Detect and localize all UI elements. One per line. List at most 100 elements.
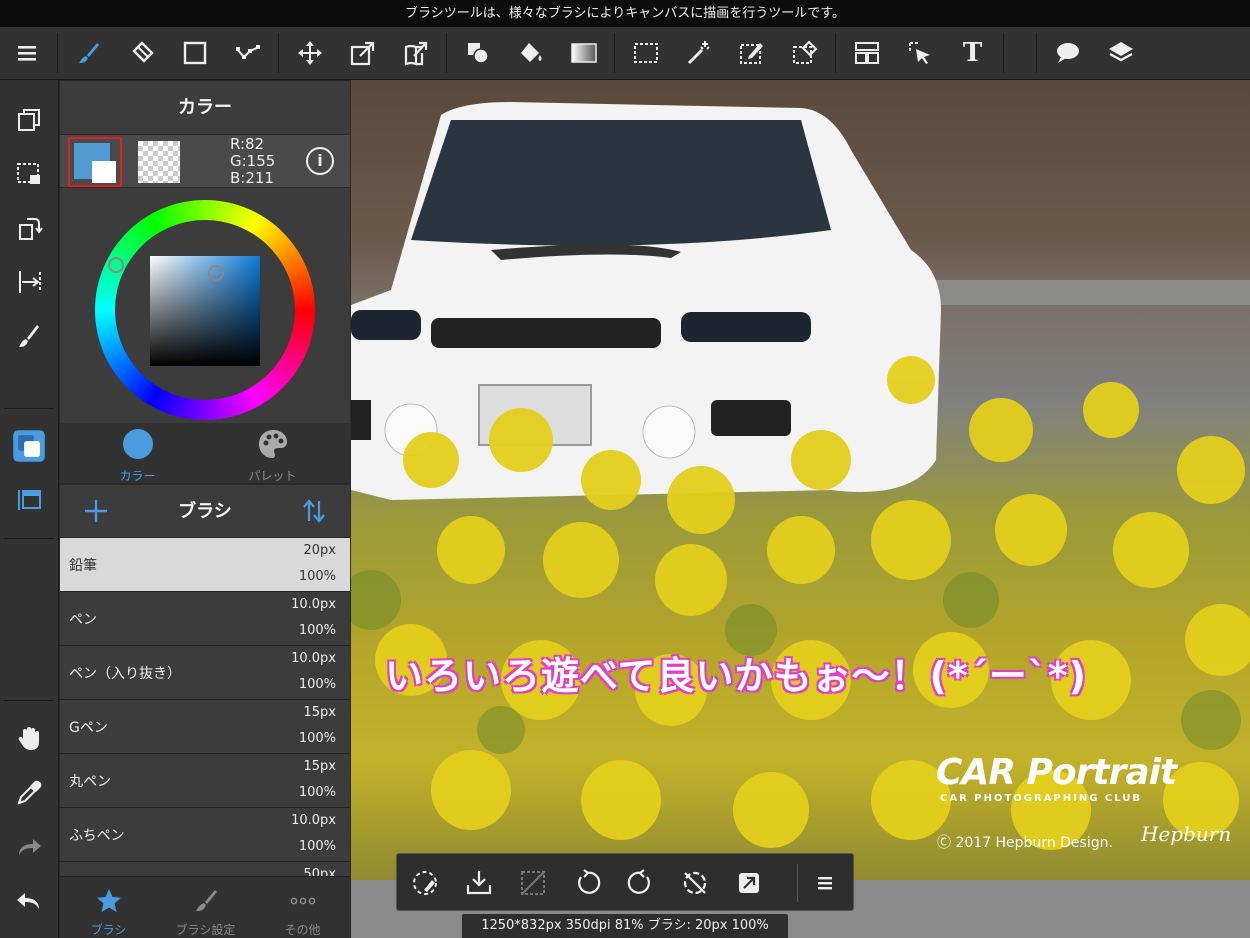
canvas-quick-toolbar — [396, 853, 854, 911]
hand-tool-button[interactable] — [6, 716, 52, 762]
square-icon — [183, 41, 206, 65]
reset-rotation-button[interactable] — [673, 861, 717, 905]
top-toolbar: T — [0, 27, 1250, 80]
brush-row[interactable]: 丸ペン 15px 100% — [60, 754, 350, 808]
menu-button[interactable] — [0, 27, 53, 80]
layers-button[interactable] — [1094, 27, 1147, 80]
brush-row[interactable]: ペン 10.0px 100% — [60, 592, 350, 646]
brush-row[interactable]: 50px — [60, 862, 350, 876]
bucket-tool-button[interactable] — [504, 27, 557, 80]
rgb-blue: B:211 — [230, 169, 274, 187]
panel-icon — [18, 490, 41, 510]
overlay-text: いろいろ遊べて良いかもぉ～！(*´ー`*) — [385, 654, 1087, 698]
tab-palette[interactable]: パレット — [200, 423, 345, 483]
app-window: ブラシツールは、様々なブラシによりキャンバスに描画を行うツールです。 T カラー… — [0, 0, 1250, 938]
redo-button[interactable] — [6, 824, 52, 870]
selection-pen-button[interactable] — [725, 27, 778, 80]
flip-icon — [19, 271, 41, 293]
rotate-left-button[interactable] — [565, 861, 609, 905]
brush-panel-tabs: ブラシ ブラシ設定 その他 — [60, 876, 350, 938]
circle-icon — [122, 429, 153, 459]
select-tool-button[interactable] — [619, 27, 672, 80]
selection-eraser-icon — [792, 40, 817, 64]
quick-menu-button[interactable] — [803, 861, 847, 905]
cursor-select-icon — [908, 42, 930, 64]
canvas-area[interactable]: いろいろ遊べて良いかもぉ～！(*´ー`*) CAR Portrait CAR P… — [351, 80, 1250, 938]
hue-marker[interactable] — [108, 257, 124, 273]
magic-wand-button[interactable] — [672, 27, 725, 80]
tab-other[interactable]: その他 — [254, 877, 351, 938]
download-icon — [466, 871, 492, 895]
transform-tool-button[interactable] — [336, 27, 389, 80]
brush-row[interactable]: Gペン 15px 100% — [60, 700, 350, 754]
add-brush-icon[interactable] — [82, 497, 110, 525]
color-info-button[interactable]: i — [306, 147, 334, 175]
magic-wand-icon — [687, 41, 710, 65]
canvas-image[interactable]: いろいろ遊べて良いかもぉ～！(*´ー`*) CAR Portrait CAR P… — [351, 80, 1250, 880]
mesh-transform-button[interactable] — [389, 27, 442, 80]
color-panel-tabs: カラー パレット — [60, 423, 350, 483]
canvas-button[interactable] — [6, 97, 52, 143]
undo-button[interactable] — [6, 878, 52, 924]
brush-opacity: 100% — [298, 839, 336, 854]
frame-divider-button[interactable] — [840, 27, 893, 80]
rotate-right-button[interactable] — [619, 861, 663, 905]
color-picker — [60, 188, 350, 423]
info-icon: i — [317, 151, 323, 170]
redo-icon — [19, 839, 41, 855]
layer-panel-toggle[interactable] — [6, 477, 52, 523]
brush-opacity: 100% — [298, 623, 336, 638]
hamburger-icon — [17, 46, 36, 61]
main-color-swatch[interactable] — [68, 137, 122, 187]
color-panel-toggle[interactable] — [6, 423, 52, 469]
export-button[interactable] — [727, 861, 771, 905]
tab-brush-settings[interactable]: ブラシ設定 — [157, 877, 254, 938]
shape-tool-button[interactable] — [168, 27, 221, 80]
transform-icon — [350, 41, 374, 66]
save-button[interactable] — [457, 861, 501, 905]
brush-settings-icon — [195, 890, 217, 911]
brush-size: 50px — [303, 867, 337, 876]
eyedropper-button[interactable] — [6, 770, 52, 816]
flip-button[interactable] — [6, 259, 52, 305]
color-swatch-icon — [13, 430, 45, 462]
brush-panel-header: ブラシ — [60, 485, 350, 538]
operation-tool-button[interactable] — [893, 27, 946, 80]
rgb-green: G:155 — [230, 152, 276, 170]
selection-button[interactable] — [6, 151, 52, 197]
selection-pen-icon — [739, 43, 763, 64]
brush-row[interactable]: ペン（入り抜き） 10.0px 100% — [60, 646, 350, 700]
brush-name: Gペン — [69, 720, 108, 736]
logo-subtitle: CAR PHOTOGRAPHING CLUB — [940, 793, 1143, 804]
speech-bubble-button[interactable] — [1041, 27, 1094, 80]
move-tool-button[interactable] — [283, 27, 336, 80]
brush-panel: ブラシ 鉛筆 20px 100% ペン 10.0px 100% ペン（入り抜き）… — [60, 485, 350, 938]
selection-eraser-button[interactable] — [778, 27, 831, 80]
saturation-value-square[interactable] — [150, 256, 260, 366]
brush-row[interactable]: ふちペン 10.0px 100% — [60, 808, 350, 862]
gradient-tool-button[interactable] — [557, 27, 610, 80]
tab-color[interactable]: カラー — [65, 423, 210, 483]
brush-size: 15px — [303, 705, 337, 720]
gradient-icon — [570, 43, 597, 63]
rotate-canvas-button[interactable] — [6, 205, 52, 251]
sort-icon[interactable] — [300, 497, 328, 525]
brush-name: ペン — [69, 612, 97, 628]
brush-opacity: 100% — [298, 731, 336, 746]
brush-tool-button[interactable] — [62, 27, 115, 80]
text-tool-button[interactable]: T — [946, 27, 999, 80]
fill-shape-button[interactable] — [451, 27, 504, 80]
eraser-tool-button[interactable] — [115, 27, 168, 80]
text-icon: T — [962, 38, 983, 68]
clear-selection-icon — [521, 871, 545, 895]
clear-selection-button[interactable] — [511, 861, 555, 905]
brush-shortcut-button[interactable] — [6, 313, 52, 359]
dot-tool-button[interactable] — [221, 27, 274, 80]
deselect-button[interactable] — [403, 861, 447, 905]
color-panel: カラー R:82 G:155 B:211 i カラー パレット — [60, 81, 350, 483]
transparent-color-swatch[interactable] — [138, 141, 180, 183]
hamburger-icon — [818, 877, 832, 890]
tab-brush[interactable]: ブラシ — [60, 877, 157, 938]
brush-row[interactable]: 鉛筆 20px 100% — [60, 538, 350, 592]
sv-marker[interactable] — [208, 265, 224, 281]
